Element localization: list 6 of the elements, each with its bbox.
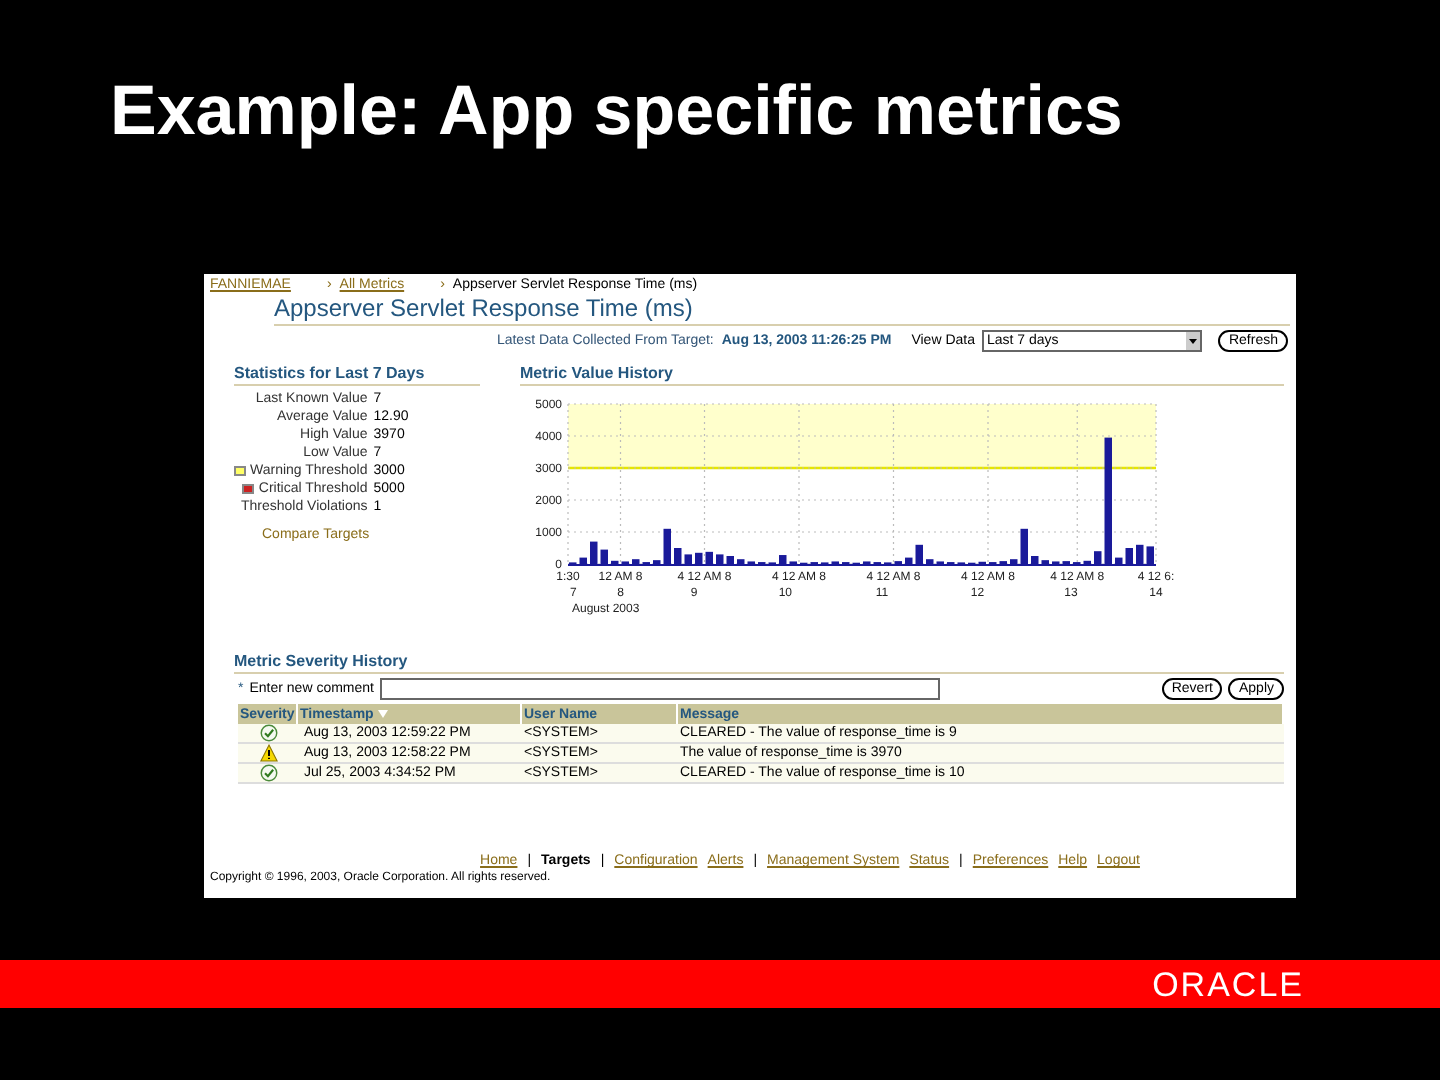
section-heading: Metric Severity History [234, 652, 1284, 674]
section-heading: Statistics for Last 7 Days [234, 364, 480, 386]
page-title: Appserver Servlet Response Time (ms) [274, 294, 1290, 326]
section-heading: Metric Value History [520, 364, 1284, 386]
oracle-logo: ORACLE [1152, 967, 1304, 1001]
slide-title: Example: App specific metrics [110, 76, 1125, 146]
